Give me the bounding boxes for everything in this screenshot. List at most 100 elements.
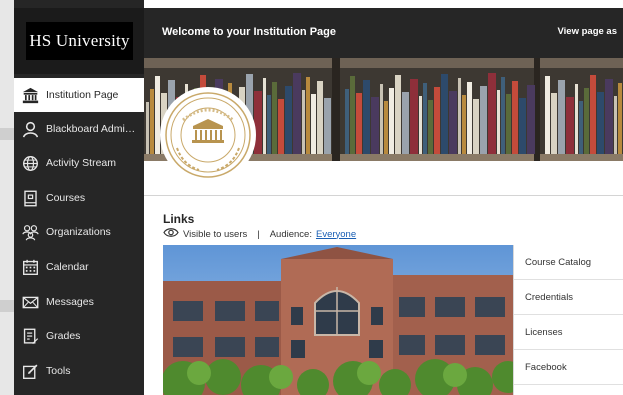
book-spine [434,87,440,154]
book-spine [380,84,383,154]
book-spine [506,94,511,154]
tools-icon [14,363,46,380]
book-spine [558,80,565,154]
book-spine [462,95,466,154]
page-title: Welcome to your Institution Page [162,26,336,38]
link-credentials[interactable]: Credentials [514,280,623,315]
envelope-icon [14,294,46,311]
sidebar-item-label: Activity Stream [46,157,117,169]
book-spine [419,96,422,154]
university-logo[interactable]: HS University [26,22,133,60]
sidebar-item-label: Grades [46,330,81,342]
book-spine [146,102,149,154]
book-spine [345,89,349,154]
links-module-title: Links [163,212,195,226]
visibility-row: Visible to users | Audience: Everyone [163,227,356,241]
book-spine [293,73,301,154]
sidebar-item-label: Blackboard Admini... [46,123,140,135]
book-spine [545,76,550,154]
links-list: Course Catalog Credentials Licenses Face… [513,245,623,395]
book-spine [575,84,578,154]
book-spine [302,90,305,154]
book-spine [605,79,613,154]
book-icon [14,190,46,207]
book-spine [527,85,535,154]
book-spine [519,98,526,154]
globe-icon [14,155,46,172]
book-spine [285,86,292,154]
sidebar-item-calendar[interactable]: Calendar [14,250,144,284]
eye-icon [163,227,179,241]
book-spine [512,81,518,154]
book-spine [317,81,323,154]
book-spine [480,86,487,154]
book-spine [389,88,394,154]
book-spine [449,91,457,154]
top-margin [144,0,623,8]
sidebar-item-activity-stream[interactable]: Activity Stream [14,146,144,180]
institution-icon [14,87,46,104]
sidebar-item-label: Institution Page [46,89,119,101]
calendar-icon [14,259,46,276]
separator: | [257,228,260,240]
sidebar-item-label: Organizations [46,226,111,238]
book-spine [488,73,496,154]
sidebar-item-label: Courses [46,192,86,204]
book-spine [428,100,433,154]
audience-label: Audience: [269,228,312,240]
link-course-catalog[interactable]: Course Catalog [514,245,623,280]
book-spine [267,95,271,154]
book-spine [566,97,574,154]
view-page-as-button[interactable]: View page as [558,26,618,37]
left-edge [0,0,14,395]
book-spine [584,88,589,154]
book-spine [384,101,388,154]
book-spine [263,78,266,154]
book-spine [155,76,160,154]
sidebar-item-organizations[interactable]: Organizations [14,215,144,249]
sidebar-item-messages[interactable]: Messages [14,285,144,319]
book-spine [410,79,418,154]
header-bar: Welcome to your Institution Page View pa… [144,8,623,58]
book-spine [395,75,401,154]
institution-seal-logo [163,90,253,180]
sidebar: HS University Institution Page Blackboar… [14,0,144,395]
link-facebook[interactable]: Facebook [514,350,623,385]
sidebar-item-tools[interactable]: Tools [14,354,144,388]
book-spine [311,94,316,154]
book-spine [458,78,461,154]
book-spine [473,99,479,154]
visibility-status: Visible to users [183,228,248,240]
book-spine [306,77,310,154]
book-spine [551,93,557,154]
book-spine [356,93,362,154]
sidebar-item-blackboard-admin[interactable]: Blackboard Admini... [14,112,144,146]
section-divider [144,195,623,196]
book-spine [497,90,500,154]
book-spine [579,101,583,154]
link-licenses[interactable]: Licenses [514,315,623,350]
book-spine [371,97,379,154]
book-spine [150,89,154,154]
sidebar-item-institution-page[interactable]: Institution Page [14,78,144,112]
book-spine [614,96,617,154]
book-spine [350,76,355,154]
book-spine [254,91,262,154]
sidebar-item-label: Tools [46,365,71,377]
sidebar-item-label: Messages [46,296,94,308]
book-spine [278,99,284,154]
grades-icon [14,328,46,345]
book-spine [423,83,427,154]
campus-building-image [163,245,513,395]
book-spine [467,82,472,154]
sidebar-item-grades[interactable]: Grades [14,319,144,353]
audience-link[interactable]: Everyone [316,229,356,240]
user-icon [14,121,46,138]
book-spine [272,82,277,154]
sidebar-item-courses[interactable]: Courses [14,181,144,215]
organizations-icon [14,224,46,241]
book-spine [501,77,505,154]
book-spine [441,74,448,154]
sidebar-item-label: Calendar [46,261,89,273]
book-spine [324,98,331,154]
